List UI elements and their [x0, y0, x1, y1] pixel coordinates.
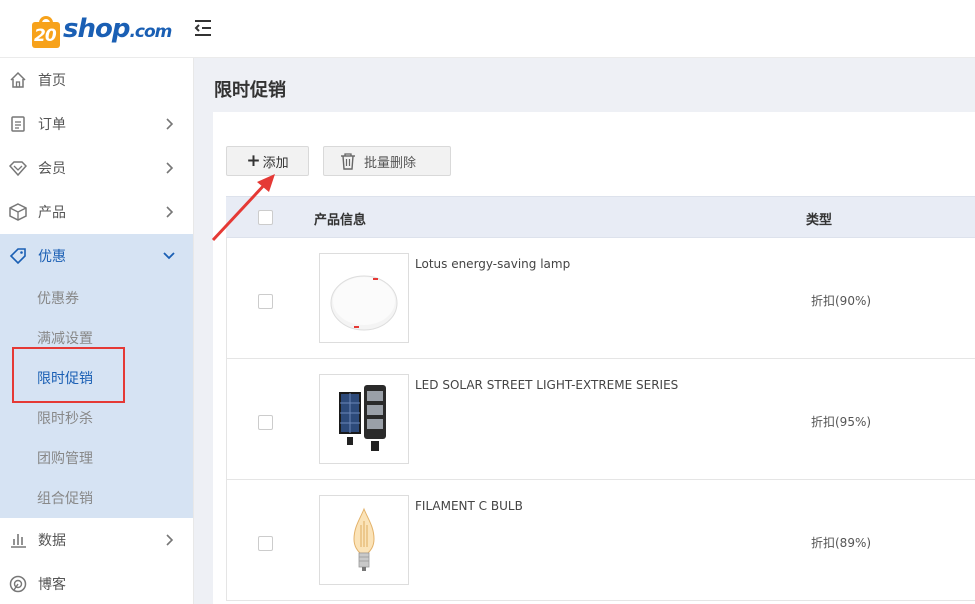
- chevron-right-icon: [161, 204, 177, 220]
- submenu-item-full-reduction[interactable]: 满减设置: [0, 318, 193, 358]
- sidebar-item-orders[interactable]: 订单: [0, 102, 193, 146]
- product-name[interactable]: LED SOLAR STREET LIGHT-EXTREME SERIES: [415, 378, 678, 392]
- promotion-table: 产品信息 类型 Lotus energy-saving lamp 折扣(90%): [226, 196, 975, 601]
- table-row: Lotus energy-saving lamp 折扣(90%): [226, 238, 975, 359]
- add-button-label: 添加: [262, 155, 289, 171]
- promotion-type: 折扣(90%): [811, 294, 872, 308]
- sidebar-item-label: 首页: [38, 73, 66, 89]
- sidebar: 首页 订单 会员 产品 优惠 优惠券 满减设置 限时促销 限时秒杀 团购管理 组…: [0, 58, 194, 604]
- submenu-item-group-buy[interactable]: 团购管理: [0, 438, 193, 478]
- sidebar-item-data[interactable]: 数据: [0, 518, 193, 562]
- sidebar-item-label: 优惠: [38, 249, 66, 265]
- product-name[interactable]: Lotus energy-saving lamp: [415, 257, 570, 271]
- product-thumbnail[interactable]: [319, 253, 409, 343]
- chevron-right-icon: [161, 532, 177, 548]
- collapse-menu-icon[interactable]: [193, 17, 213, 39]
- table-row: FILAMENT C BULB 折扣(89%): [226, 480, 975, 601]
- table-header: 产品信息 类型: [226, 196, 975, 238]
- logo-number: 20: [34, 26, 57, 46]
- sidebar-item-label: 订单: [38, 117, 66, 133]
- select-all-checkbox[interactable]: [258, 210, 273, 225]
- sidebar-item-members[interactable]: 会员: [0, 146, 193, 190]
- logo-text: shop.com: [63, 13, 172, 48]
- submenu-item-flash-sale[interactable]: 限时秒杀: [0, 398, 193, 438]
- sidebar-item-label: 数据: [38, 533, 66, 549]
- column-header-type: 类型: [806, 213, 833, 228]
- promotion-type: 折扣(95%): [811, 415, 872, 429]
- chevron-right-icon: [161, 160, 177, 176]
- product-thumbnail[interactable]: [319, 374, 409, 464]
- column-header-product: 产品信息: [314, 213, 367, 228]
- table-row: LED SOLAR STREET LIGHT-EXTREME SERIES 折扣…: [226, 359, 975, 480]
- promotion-type: 折扣(89%): [811, 536, 872, 550]
- row-checkbox[interactable]: [258, 536, 273, 551]
- home-icon: [8, 70, 28, 90]
- submenu-item-coupons[interactable]: 优惠券: [0, 278, 193, 318]
- member-icon: [8, 158, 28, 178]
- order-icon: [8, 114, 28, 134]
- page-title: 限时促销: [214, 80, 286, 101]
- top-bar: 20 shop.com: [0, 0, 975, 58]
- blog-icon: [8, 574, 28, 594]
- sidebar-item-home[interactable]: 首页: [0, 58, 193, 102]
- row-checkbox[interactable]: [258, 294, 273, 309]
- submenu-item-flash-promotion[interactable]: 限时促销: [0, 358, 193, 398]
- sidebar-item-label: 博客: [38, 577, 66, 593]
- chevron-down-icon: [161, 248, 177, 264]
- promotions-submenu: 优惠券 满减设置 限时促销 限时秒杀 团购管理 组合促销: [0, 278, 193, 518]
- sidebar-item-label: 产品: [38, 205, 66, 221]
- batch-delete-button[interactable]: 批量删除: [323, 146, 451, 176]
- chevron-right-icon: [161, 116, 177, 132]
- chart-icon: [8, 530, 28, 550]
- shopping-bag-icon: 20: [32, 16, 62, 48]
- logo-suffix: .com: [129, 22, 172, 42]
- logo[interactable]: 20 shop.com: [32, 8, 172, 48]
- sidebar-item-products[interactable]: 产品: [0, 190, 193, 234]
- sidebar-item-promotions[interactable]: 优惠: [0, 234, 193, 278]
- batch-delete-label: 批量删除: [364, 155, 417, 171]
- product-name[interactable]: FILAMENT C BULB: [415, 499, 523, 513]
- sidebar-item-blog[interactable]: 博客: [0, 562, 193, 604]
- sidebar-item-label: 会员: [38, 161, 66, 177]
- product-thumbnail[interactable]: [319, 495, 409, 585]
- tag-icon: [8, 246, 28, 266]
- add-button[interactable]: + 添加: [226, 146, 309, 176]
- product-icon: [8, 202, 28, 222]
- plus-icon: +: [246, 150, 261, 171]
- logo-word: shop: [63, 14, 130, 44]
- submenu-item-bundle[interactable]: 组合促销: [0, 478, 193, 518]
- trash-icon: [341, 152, 355, 170]
- row-checkbox[interactable]: [258, 415, 273, 430]
